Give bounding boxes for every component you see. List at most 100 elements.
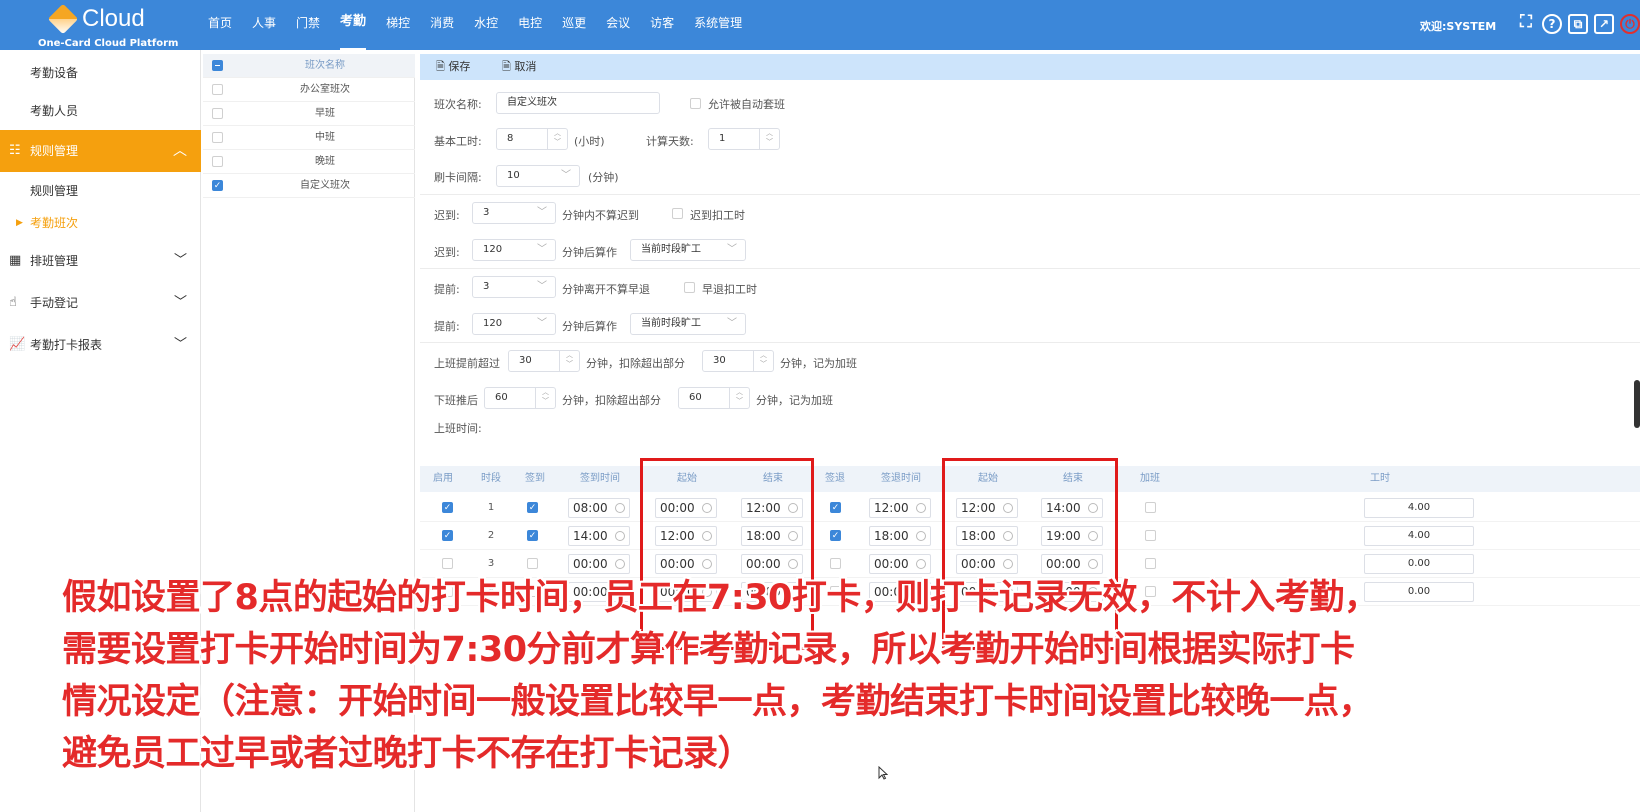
nav-elevator[interactable]: 梯控 [386, 0, 410, 50]
fullscreen-icon[interactable]: ⛶ [1516, 14, 1536, 34]
nav-access[interactable]: 门禁 [296, 0, 320, 50]
late-absent-select[interactable]: 120 ﹀ [472, 239, 556, 261]
sidebar-group-reports[interactable]: 📈 考勤打卡报表 ﹀ [0, 326, 201, 364]
late-absent-mode-select[interactable]: 当前时段旷工 ﹀ [630, 239, 746, 261]
early-label: 提前: [434, 320, 460, 333]
sidebar-item-devices[interactable]: 考勤设备 [0, 54, 201, 92]
enable-checkbox[interactable]: ✓ [442, 530, 453, 541]
calc-days-value: 1 [719, 133, 726, 144]
scrollbar[interactable] [1634, 380, 1640, 428]
nav-hr[interactable]: 人事 [252, 0, 276, 50]
nav-water[interactable]: 水控 [474, 0, 498, 50]
hours-input[interactable]: 4.00 [1364, 526, 1474, 546]
list-item[interactable]: ✓ 自定义班次 [203, 174, 415, 198]
brand-subtitle: One-Card Cloud Platform [38, 38, 179, 49]
stepper-icon[interactable]: ︿ ﹀ [559, 351, 579, 371]
nav-meeting[interactable]: 会议 [606, 0, 630, 50]
period-number: 2 [487, 530, 495, 541]
checkin-time-input[interactable]: 00:00 [568, 554, 630, 574]
list-item[interactable]: 办公室班次 [203, 78, 415, 102]
checkout-time-input[interactable]: 12:00 [869, 498, 931, 518]
early-absent-mode-select[interactable]: 当前时段旷工 ﹀ [630, 313, 746, 335]
nav-attendance[interactable]: 考勤 [340, 0, 367, 50]
shift-list-header: 班次名称 [203, 54, 415, 78]
row-checkbox[interactable] [212, 156, 223, 167]
nav-visitor[interactable]: 访客 [650, 0, 674, 50]
row-checkbox[interactable] [212, 108, 223, 119]
early-absent-select[interactable]: 120 ﹀ [472, 313, 556, 335]
list-item[interactable]: 晚班 [203, 150, 415, 174]
hours-input[interactable]: 0.00 [1364, 554, 1474, 574]
time-value: 14:00 [573, 529, 608, 543]
overtime-before-input-2[interactable]: 30 ︿ ﹀ [702, 350, 774, 372]
stepper-icon[interactable]: ︿ ﹀ [535, 388, 555, 408]
late-grace-select[interactable]: 3 ﹀ [472, 202, 556, 224]
overtime-after-input[interactable]: 60 ︿ ﹀ [484, 387, 556, 409]
checkin-checkbox[interactable]: ✓ [527, 530, 538, 541]
auto-shift-checkbox[interactable] [690, 98, 701, 109]
overtime-checkbox[interactable] [1145, 530, 1156, 541]
checkin-time-input[interactable]: 14:00 [568, 526, 630, 546]
sidebar-item-shifts[interactable]: ▶ 考勤班次 [0, 204, 201, 242]
overtime-before-input[interactable]: 30 ︿ ﹀ [508, 350, 580, 372]
checkout-checkbox[interactable] [830, 558, 841, 569]
nav-patrol[interactable]: 巡更 [562, 0, 586, 50]
enable-checkbox[interactable] [442, 558, 453, 569]
row-checkbox[interactable]: ✓ [212, 180, 223, 191]
stepper-icon[interactable]: ︿ ﹀ [729, 388, 749, 408]
sidebar-item-label: 手动登记 [30, 296, 79, 310]
swipe-interval-select[interactable]: 10 ﹀ [496, 165, 580, 187]
nav-home[interactable]: 首页 [208, 0, 232, 50]
base-hours-input[interactable]: 8 ︿ ﹀ [496, 128, 568, 150]
checkout-checkbox[interactable]: ✓ [830, 502, 841, 513]
early-grace-select[interactable]: 3 ﹀ [472, 276, 556, 298]
annotation-line: 需要设置打卡开始时间为7:30分前才算作考勤记录，所以考勤开始时间根据实际打卡 [62, 630, 1355, 670]
late-deduct-checkbox[interactable] [672, 208, 683, 219]
sidebar-group-scheduling[interactable]: ▦ 排班管理 ﹀ [0, 242, 201, 280]
checkin-checkbox[interactable] [527, 558, 538, 569]
nav-consume[interactable]: 消费 [430, 0, 454, 50]
overtime-after-input-2[interactable]: 60 ︿ ﹀ [678, 387, 750, 409]
external-link-icon[interactable]: ↗ [1594, 14, 1614, 34]
checkout-time-input[interactable]: 00:00 [869, 554, 931, 574]
checkin-checkbox[interactable]: ✓ [527, 502, 538, 513]
stepper-icon[interactable]: ︿ ﹀ [753, 351, 773, 371]
time-value: 08:00 [573, 501, 608, 515]
logo[interactable]: Cloud One-Card Cloud Platform [30, 2, 180, 49]
enable-checkbox[interactable]: ✓ [442, 502, 453, 513]
calc-days-input[interactable]: 1 ︿ ﹀ [708, 128, 780, 150]
overtime-checkbox[interactable] [1145, 558, 1156, 569]
checkout-time-input[interactable]: 18:00 [869, 526, 931, 546]
nav-power[interactable]: 电控 [518, 0, 542, 50]
base-hours-label: 基本工时: [434, 135, 482, 148]
sidebar-group-manual[interactable]: ☝ 手动登记 ﹀ [0, 284, 201, 322]
help-icon[interactable]: ? [1542, 14, 1562, 34]
late-grace-value: 3 [483, 207, 490, 218]
save-button[interactable]: 🗎 保存 [436, 54, 470, 80]
list-item[interactable]: 中班 [203, 126, 415, 150]
early-deduct-checkbox[interactable] [684, 282, 695, 293]
sidebar-item-personnel[interactable]: 考勤人员 [0, 92, 201, 130]
stepper-icon[interactable]: ︿ ﹀ [759, 129, 779, 149]
chevron-up-icon: ︿ [173, 143, 187, 159]
row-checkbox[interactable] [212, 84, 223, 95]
power-icon[interactable]: ⏻ [1620, 14, 1640, 34]
checkin-time-input[interactable]: 08:00 [568, 498, 630, 518]
cancel-button[interactable]: 🗎 取消 [502, 54, 536, 80]
stepper-icon[interactable]: ︿ ﹀ [547, 129, 567, 149]
column-header: 启用 [433, 473, 453, 484]
list-item[interactable]: 早班 [203, 102, 415, 126]
nav-system[interactable]: 系统管理 [694, 0, 742, 50]
row-checkbox[interactable] [212, 132, 223, 143]
select-all-checkbox[interactable] [212, 60, 223, 71]
shift-name-label: 班次名称: [434, 98, 482, 111]
hours-input[interactable]: 4.00 [1364, 498, 1474, 518]
checkout-checkbox[interactable]: ✓ [830, 530, 841, 541]
copy-icon[interactable]: ⧉ [1568, 14, 1588, 34]
early-grace-value: 3 [483, 281, 490, 292]
early-absent-mode-value: 当前时段旷工 [641, 318, 701, 329]
annotation-line: 假如设置了8点的起始的打卡时间，员工在7:30打卡，则打卡记录无效，不计入考勤， [62, 578, 1379, 618]
overtime-checkbox[interactable] [1145, 502, 1156, 513]
sidebar-group-rules[interactable]: ☷ 规则管理 ︿ [0, 130, 201, 172]
shift-name-input[interactable]: 自定义班次 [496, 92, 660, 114]
